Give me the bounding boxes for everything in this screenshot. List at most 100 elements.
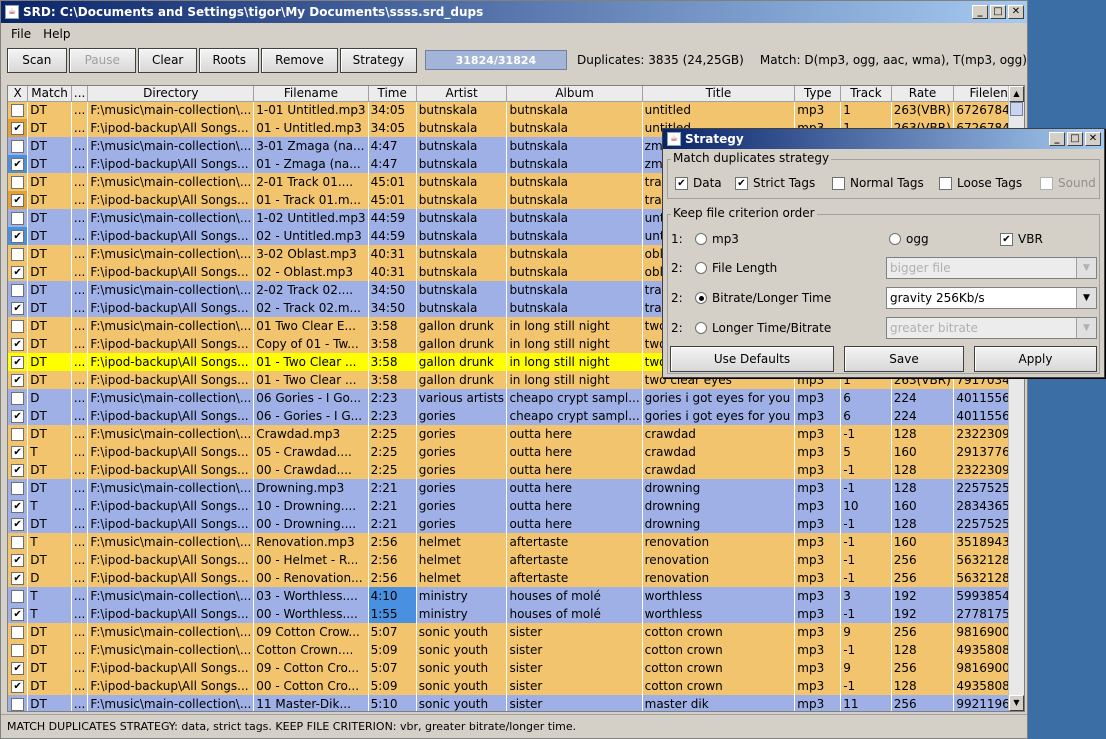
table-row[interactable]: ✔ D... F:\ipod-backup\All Songs... 00 - Ren… — [8, 569, 1024, 587]
row-select-checkbox[interactable] — [8, 425, 29, 443]
strict-tags-checkbox[interactable]: ✔ Strict Tags — [735, 176, 815, 190]
scan-button[interactable]: Scan — [7, 47, 67, 73]
menu-file[interactable]: File — [5, 27, 37, 41]
table-row[interactable]: ✔ DT... F:\ipod-backup\All Songs... 09 - Co… — [8, 659, 1024, 677]
column-header[interactable]: Type — [794, 86, 842, 102]
row-select-checkbox[interactable] — [8, 317, 29, 335]
row-select-checkbox[interactable]: ✔ — [8, 605, 29, 623]
loose-tags-checkbox[interactable]: Loose Tags — [939, 176, 1022, 190]
row-select-checkbox[interactable] — [8, 209, 29, 227]
table-row[interactable]: ✔ DT... F:\ipod-backup\All Songs... 00 - Cr… — [8, 461, 1024, 479]
dialog-maximize-button[interactable]: □ — [1067, 132, 1083, 146]
file-length-radio[interactable]: File Length — [695, 261, 777, 275]
row-select-checkbox[interactable]: ✔ — [8, 569, 29, 587]
apply-button[interactable]: Apply — [974, 346, 1097, 372]
pause-button[interactable]: Pause — [68, 47, 136, 73]
row-select-checkbox[interactable]: ✔ — [8, 119, 29, 137]
row-select-checkbox[interactable]: ✔ — [8, 659, 29, 677]
data-checkbox[interactable]: ✔ Data — [675, 176, 722, 190]
maximize-button[interactable]: □ — [990, 5, 1006, 19]
table-row[interactable]: DT... F:\music\main-collection\... 11 Mast… — [8, 695, 1024, 711]
column-header[interactable]: Track — [840, 86, 892, 102]
row-select-checkbox[interactable] — [8, 587, 29, 605]
row-select-checkbox[interactable] — [8, 623, 29, 641]
table-row[interactable]: DT... F:\music\main-collection\... Crawdad… — [8, 425, 1024, 443]
row-select-checkbox[interactable]: ✔ — [8, 677, 29, 695]
row-select-checkbox[interactable]: ✔ — [8, 191, 29, 209]
column-header[interactable]: Title — [642, 86, 796, 102]
dialog-minimize-button[interactable]: _ — [1049, 132, 1065, 146]
table-row[interactable]: ✔ DT... F:\ipod-backup\All Songs... 06 - Go… — [8, 407, 1024, 425]
row-select-checkbox[interactable]: ✔ — [8, 335, 29, 353]
row-select-checkbox[interactable]: ✔ — [8, 371, 29, 389]
normal-tags-checkbox[interactable]: Normal Tags — [832, 176, 924, 190]
row-select-checkbox[interactable]: ✔ — [8, 443, 29, 461]
table-row[interactable]: T... F:\music\main-collection\... 03 - Wor… — [8, 587, 1024, 605]
strategy-button[interactable]: Strategy — [339, 47, 417, 73]
mp3-radio[interactable]: mp3 — [695, 232, 739, 246]
longer-time-bitrate-radio[interactable]: Longer Time/Bitrate — [695, 321, 831, 335]
menu-help[interactable]: Help — [37, 27, 76, 41]
dialog-close-button[interactable]: ✕ — [1085, 132, 1101, 146]
row-select-checkbox[interactable] — [8, 533, 29, 551]
table-cell: ... — [71, 425, 89, 443]
close-button[interactable]: ✕ — [1008, 5, 1024, 19]
scroll-thumb[interactable] — [1010, 102, 1023, 116]
table-row[interactable]: ✔ DT... F:\ipod-backup\All Songs... 00 - Co… — [8, 677, 1024, 695]
row-select-checkbox[interactable]: ✔ — [8, 551, 29, 569]
row-select-checkbox[interactable]: ✔ — [8, 461, 29, 479]
file-length-combo[interactable]: bigger file ▼ — [886, 257, 1097, 279]
column-header[interactable]: Rate — [891, 86, 955, 102]
row-select-checkbox[interactable]: ✔ — [8, 227, 29, 245]
table-row[interactable]: DT... F:\music\main-collection\... 1-01 Un… — [8, 101, 1024, 119]
table-row[interactable]: ✔ T... F:\ipod-backup\All Songs... 00 - Wor… — [8, 605, 1024, 623]
scroll-up-icon[interactable]: ▲ — [1009, 86, 1024, 102]
remove-button[interactable]: Remove — [261, 47, 338, 73]
bitrate-longer-time-radio[interactable]: Bitrate/Longer Time — [695, 291, 831, 305]
row-select-checkbox[interactable] — [8, 695, 29, 711]
column-header[interactable]: Match — [27, 86, 72, 102]
table-row[interactable]: DT... F:\music\main-collection\... Drownin… — [8, 479, 1024, 497]
table-row[interactable]: DT... F:\music\main-collection\... Cotton … — [8, 641, 1024, 659]
column-header[interactable]: Filename — [253, 86, 369, 102]
column-header[interactable]: X — [8, 86, 29, 102]
minimize-button[interactable]: _ — [972, 5, 988, 19]
row-select-checkbox[interactable] — [8, 245, 29, 263]
row-select-checkbox[interactable]: ✔ — [8, 299, 29, 317]
longer-time-combo[interactable]: greater bitrate ▼ — [886, 317, 1097, 339]
bitrate-combo[interactable]: gravity 256Kb/s ▼ — [886, 287, 1097, 309]
column-header[interactable]: Time — [368, 86, 417, 102]
table-row[interactable]: ✔ T... F:\ipod-backup\All Songs... 05 - Cra… — [8, 443, 1024, 461]
column-header[interactable]: Album — [506, 86, 643, 102]
column-header[interactable]: ... — [71, 86, 89, 102]
row-select-checkbox[interactable] — [8, 101, 29, 119]
table-row[interactable]: DT... F:\music\main-collection\... 09 Cott… — [8, 623, 1024, 641]
row-select-checkbox[interactable] — [8, 173, 29, 191]
scroll-down-icon[interactable]: ▼ — [1009, 695, 1024, 711]
row-select-checkbox[interactable] — [8, 281, 29, 299]
row-select-checkbox[interactable] — [8, 389, 29, 407]
table-row[interactable]: T... F:\music\main-collection\... Renovati… — [8, 533, 1024, 551]
column-header[interactable]: Directory — [87, 86, 255, 102]
ogg-radio[interactable]: ogg — [889, 232, 929, 246]
clear-button[interactable]: Clear — [137, 47, 198, 73]
column-header[interactable]: Artist — [416, 86, 508, 102]
table-row[interactable]: ✔ DT... F:\ipod-backup\All Songs... 00 - He… — [8, 551, 1024, 569]
vbr-checkbox[interactable]: ✔ VBR — [1000, 232, 1043, 246]
row-select-checkbox[interactable]: ✔ — [8, 407, 29, 425]
row-select-checkbox[interactable]: ✔ — [8, 497, 29, 515]
row-select-checkbox[interactable]: ✔ — [8, 353, 29, 371]
row-select-checkbox[interactable]: ✔ — [8, 263, 29, 281]
row-select-checkbox[interactable] — [8, 137, 29, 155]
table-row[interactable]: ✔ DT... F:\ipod-backup\All Songs... 00 - Dr… — [8, 515, 1024, 533]
row-select-checkbox[interactable]: ✔ — [8, 155, 29, 173]
use-defaults-button[interactable]: Use Defaults — [670, 346, 834, 372]
save-button[interactable]: Save — [844, 346, 964, 372]
row-select-checkbox[interactable] — [8, 641, 29, 659]
table-row[interactable]: D... F:\music\main-collection\... 06 Gorie… — [8, 389, 1024, 407]
table-row[interactable]: ✔ T... F:\ipod-backup\All Songs... 10 - Dro… — [8, 497, 1024, 515]
roots-button[interactable]: Roots — [199, 47, 260, 73]
row-select-checkbox[interactable]: ✔ — [8, 515, 29, 533]
row-select-checkbox[interactable] — [8, 479, 29, 497]
sound-checkbox[interactable]: Sound — [1040, 176, 1096, 190]
